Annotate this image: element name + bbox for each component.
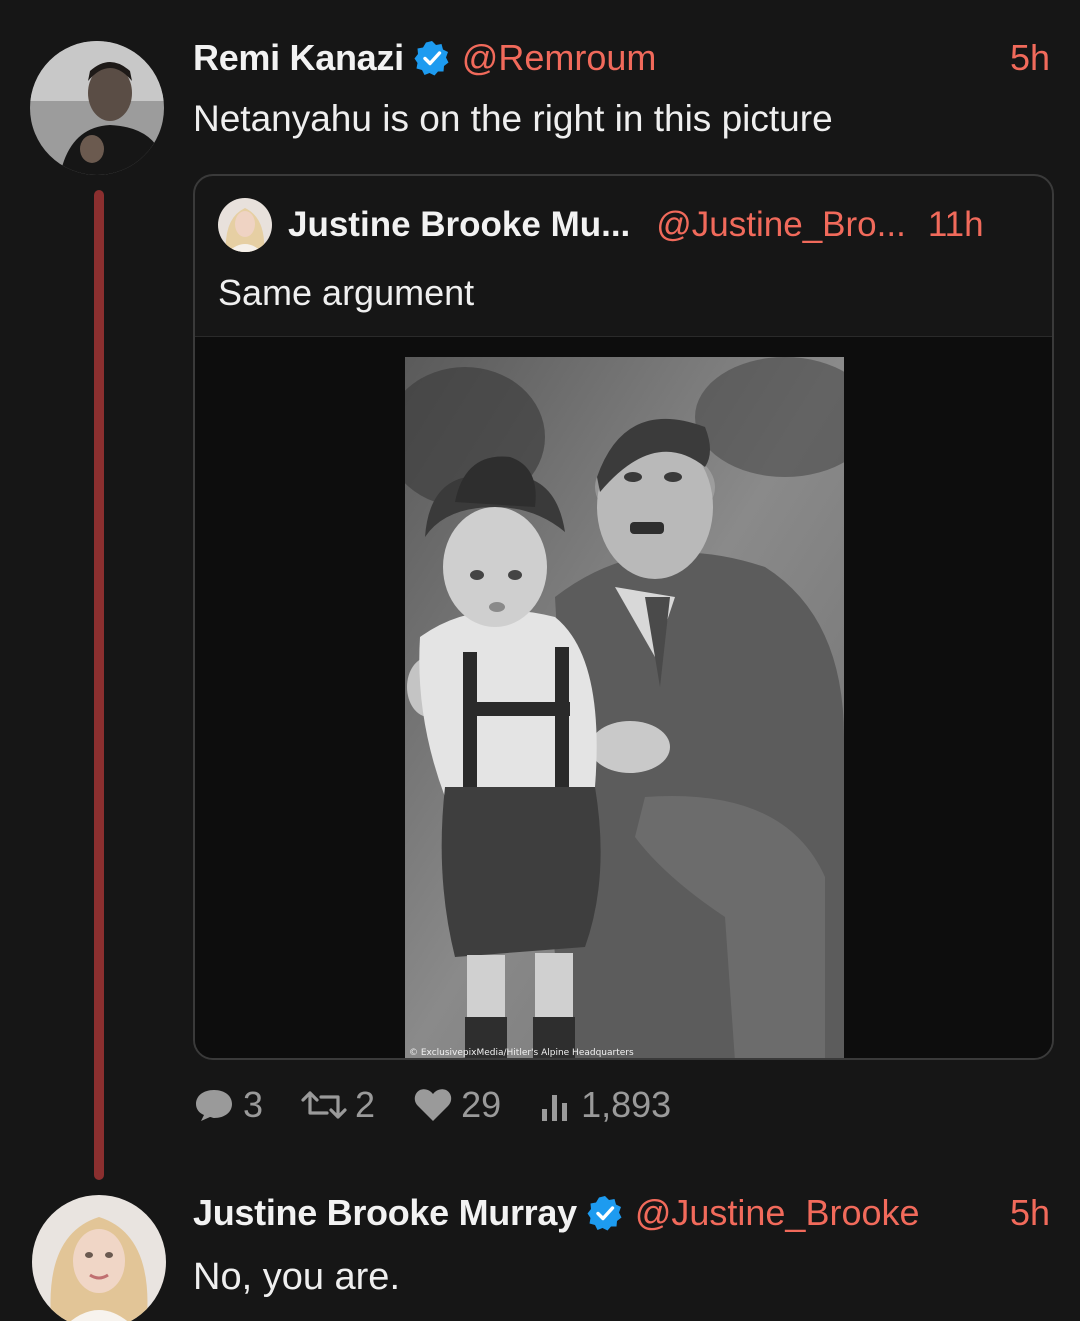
heart-icon [414, 1089, 452, 1121]
reply-text: No, you are. [193, 1256, 400, 1298]
avatar[interactable] [30, 41, 164, 175]
media-container: © ExclusivepixMedia/Hitler's Alpine Head… [195, 336, 1052, 1058]
verified-badge-icon [587, 1195, 623, 1231]
quoted-tweet-time[interactable]: 11h [928, 205, 984, 245]
views-button[interactable]: 1,893 [539, 1084, 671, 1126]
quoted-tweet-header: Justine Brooke Mu... @Justine_Bro... 11h [218, 198, 1028, 252]
quoted-tweet-text: Same argument [218, 272, 475, 313]
thread-line [94, 190, 104, 1180]
avatar-photo-icon [30, 41, 164, 175]
tweet-header: Remi Kanazi @Remroum 5h [193, 36, 1050, 80]
quoted-author-name[interactable]: Justine Brooke Mu... [288, 205, 630, 245]
black-and-white-photo-icon [405, 357, 844, 1058]
tweet-text: Netanyahu is on the right in this pictur… [193, 98, 833, 139]
reply-time[interactable]: 5h [1010, 1192, 1050, 1234]
reply-author-name[interactable]: Justine Brooke Murray [193, 1192, 577, 1234]
quoted-tweet-card[interactable]: Justine Brooke Mu... @Justine_Bro... 11h… [193, 174, 1054, 1060]
reply-avatar[interactable] [32, 1195, 166, 1321]
avatar-photo-icon [32, 1195, 166, 1321]
quoted-avatar[interactable] [218, 198, 272, 252]
engagement-stats: 3 2 29 1,893 [193, 1082, 709, 1128]
views-chart-icon [542, 1095, 568, 1121]
tweet-time[interactable]: 5h [1010, 37, 1050, 79]
reply-button[interactable]: 3 [193, 1084, 263, 1126]
tweet-photo[interactable]: © ExclusivepixMedia/Hitler's Alpine Head… [405, 357, 844, 1058]
comment-icon [196, 1090, 232, 1121]
author-name[interactable]: Remi Kanazi [193, 37, 404, 79]
view-count: 1,893 [581, 1084, 672, 1125]
image-caption: © ExclusivepixMedia/Hitler's Alpine Head… [409, 1048, 634, 1058]
reply-author-handle[interactable]: @Justine_Brooke [635, 1192, 920, 1234]
reply-header: Justine Brooke Murray @Justine_Brooke 5h [193, 1191, 1050, 1235]
retweet-button[interactable]: 2 [301, 1084, 375, 1126]
thread-view: Remi Kanazi @Remroum 5h Netanyahu is on … [0, 0, 1080, 1321]
like-count: 29 [461, 1084, 502, 1125]
retweet-count: 2 [355, 1084, 376, 1125]
like-button[interactable]: 29 [413, 1084, 501, 1126]
quoted-author-handle[interactable]: @Justine_Bro... [656, 205, 906, 245]
avatar-photo-icon [218, 198, 272, 252]
author-handle[interactable]: @Remroum [462, 37, 657, 79]
verified-badge-icon [414, 40, 450, 76]
reply-count: 3 [243, 1084, 264, 1125]
retweet-icon [301, 1091, 347, 1119]
